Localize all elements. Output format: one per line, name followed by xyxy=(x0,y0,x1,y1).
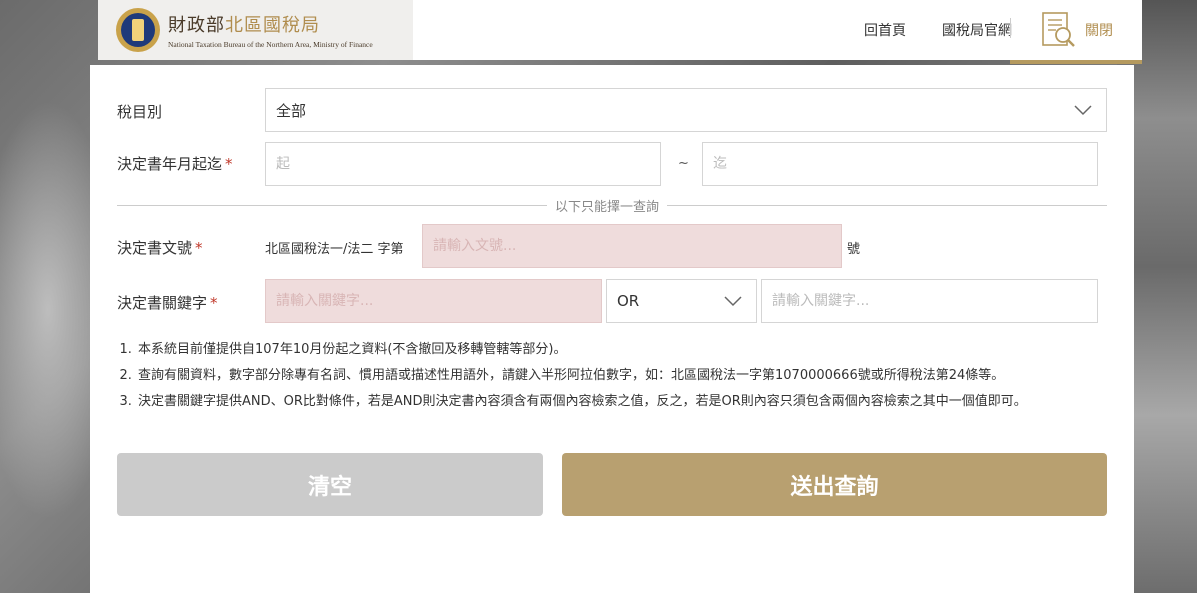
logo-subtitle: National Taxation Bureau of the Northern… xyxy=(168,40,373,49)
search-panel: 稅目別 全部 決定書年月起迄* ~ 以下只能擇一查詢 決定書文號* 北區國稅法一… xyxy=(90,65,1134,593)
bureau-seal-icon xyxy=(116,8,160,52)
keyword-input-2[interactable] xyxy=(761,279,1098,323)
doc-number-prefix: 北區國稅法一/法二 字第 xyxy=(265,242,404,257)
doc-number-row: 決定書文號 * xyxy=(117,237,265,258)
required-mark: * xyxy=(225,155,233,173)
keyword-label: 決定書關鍵字 * xyxy=(117,294,218,312)
tax-category-label: 稅目別 xyxy=(117,103,163,121)
doc-number-label: 決定書文號 * xyxy=(117,239,203,257)
logo-title: 財政部北區國稅局 xyxy=(168,15,320,36)
note-item: 本系統目前僅提供自107年10月份起之資料(不含撤回及移轉管轄等部分)。 xyxy=(136,339,1110,361)
chevron-down-icon xyxy=(1074,105,1092,116)
chevron-down-icon xyxy=(724,296,742,307)
notes-list: 本系統目前僅提供自107年10月份起之資料(不含撤回及移轉管轄等部分)。 查詢有… xyxy=(120,339,1110,417)
date-start-input[interactable] xyxy=(265,142,661,186)
tax-category-value: 全部 xyxy=(276,101,307,120)
close-button[interactable]: 關閉 xyxy=(1010,0,1142,64)
clear-button[interactable]: 清空 xyxy=(117,453,543,516)
logo[interactable]: 財政部北區國稅局 National Taxation Bureau of the… xyxy=(98,0,413,60)
keyword-operator-select[interactable]: OR xyxy=(606,279,757,323)
doc-number-input[interactable] xyxy=(422,224,842,268)
tax-category-row: 稅目別 xyxy=(117,101,265,122)
logo-text: 財政部北區國稅局 National Taxation Bureau of the… xyxy=(168,11,373,49)
doc-number-suffix: 號 xyxy=(847,242,861,257)
site-header: 財政部北區國稅局 National Taxation Bureau of the… xyxy=(98,0,1142,64)
keyword-input-1[interactable] xyxy=(265,279,602,323)
required-mark: * xyxy=(210,294,218,312)
divider-text: 以下只能擇一查詢 xyxy=(547,196,668,215)
tax-category-select[interactable]: 全部 xyxy=(265,88,1107,132)
note-item: 決定書關鍵字提供AND、OR比對條件，若是AND則決定書內容須含有兩個內容檢索之… xyxy=(136,391,1110,413)
nav-official-site-link[interactable]: 國稅局官網 xyxy=(942,20,1012,40)
close-label: 關閉 xyxy=(1085,23,1113,39)
keyword-operator-value: OR xyxy=(617,292,640,310)
submit-search-button[interactable]: 送出查詢 xyxy=(562,453,1107,516)
date-range-row: 決定書年月起迄 * xyxy=(117,153,265,174)
nav-home-link[interactable]: 回首頁 xyxy=(864,20,906,40)
required-mark: * xyxy=(195,239,203,257)
date-range-label: 決定書年月起迄 * xyxy=(117,155,233,173)
top-nav: 回首頁 國稅局官網 xyxy=(864,0,1012,60)
date-end-input[interactable] xyxy=(702,142,1098,186)
date-range-separator: ~ xyxy=(678,156,689,171)
keyword-row: 決定書關鍵字 * xyxy=(117,292,265,313)
document-search-icon xyxy=(1042,12,1075,47)
note-item: 查詢有關資料，數字部分除專有名詞、慣用語或描述性用語外，請鍵入半形阿拉伯數字，如… xyxy=(136,365,1110,387)
